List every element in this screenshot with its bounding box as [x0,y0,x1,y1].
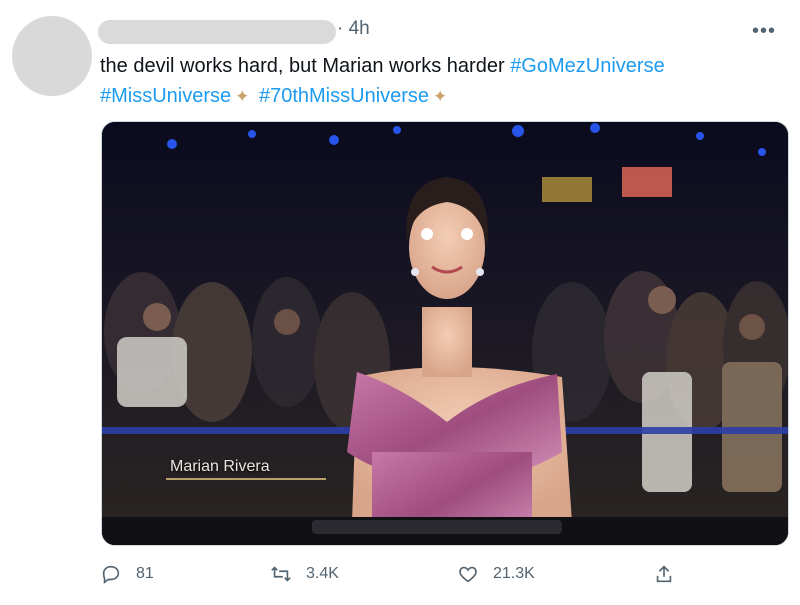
reply-count: 81 [136,565,154,582]
share-icon [656,565,672,583]
media-image [102,122,788,545]
tweet-actions: 81 3.4K 21.3K [100,560,700,590]
heart-icon [459,566,477,583]
media-caption: Marian Rivera [170,458,270,475]
more-icon[interactable]: ••• [752,20,776,43]
timestamp[interactable]: · 4h [337,18,370,40]
hashtag-missuniverse[interactable]: #MissUniverse [100,85,231,107]
retweet-button[interactable]: 3.4K [270,560,339,588]
tweet-text: the devil works hard, but Marian works h… [100,51,760,112]
tweet: · 4h ••• the devil works hard, but Maria… [0,0,800,605]
tweet-body: the devil works hard, but Marian works h… [100,55,505,77]
author-name-redacted [98,20,336,44]
hashtag-70thmissuniverse[interactable]: #70thMissUniverse [259,85,429,107]
like-button[interactable]: 21.3K [457,560,535,588]
reply-button[interactable]: 81 [100,560,154,588]
retweet-count: 3.4K [306,565,339,582]
caption-underline [166,478,326,480]
sparkle-icon: ✦ [235,87,250,106]
share-button[interactable] [653,560,689,588]
tweet-media[interactable]: Marian Rivera [101,121,789,546]
like-count: 21.3K [493,565,535,582]
hashtag-gomezuniverse[interactable]: #GoMezUniverse [510,55,665,77]
avatar[interactable] [12,16,92,96]
sparkle-icon: ✦ [433,87,448,106]
reply-icon [102,565,120,584]
retweet-icon [271,566,291,582]
timestamp-label: 4h [348,18,370,39]
